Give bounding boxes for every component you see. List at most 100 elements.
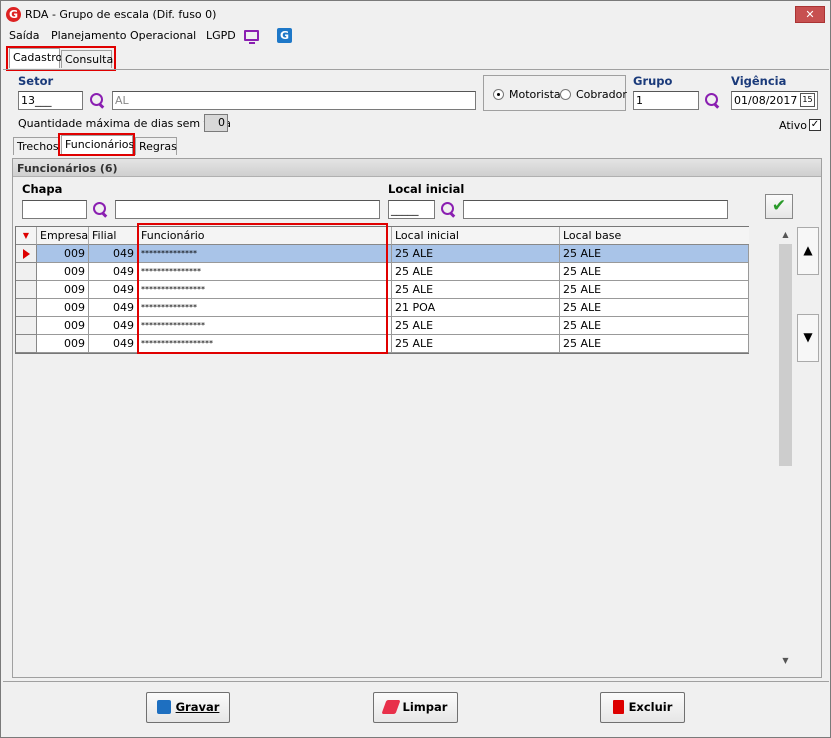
panel-title: Funcionários (6) xyxy=(17,162,118,175)
local-name-input[interactable] xyxy=(463,200,728,219)
table-cell[interactable]: 049 xyxy=(89,335,138,353)
add-confirm-button[interactable]: ✔ xyxy=(765,194,793,219)
table-cell[interactable]: 21 POA xyxy=(392,299,560,317)
table-cell[interactable]: 25 ALE xyxy=(560,263,749,281)
table-cell[interactable]: 009 xyxy=(37,245,89,263)
move-up-button[interactable]: ▲ xyxy=(797,227,819,275)
tab-consulta[interactable]: Consulta xyxy=(61,50,113,68)
tab-regras[interactable]: Regras xyxy=(135,137,177,155)
divider xyxy=(3,69,829,70)
chapa-input[interactable] xyxy=(22,200,87,219)
table-cell[interactable]: ****************** xyxy=(138,335,392,353)
table-cell[interactable]: *************** xyxy=(138,263,392,281)
setor-search-icon[interactable] xyxy=(89,92,106,109)
chapa-search-icon[interactable] xyxy=(92,201,109,218)
ativo-checkbox[interactable]: ✓ xyxy=(809,119,821,131)
setor-label: Setor xyxy=(18,74,54,88)
col-local-inicial[interactable]: Local inicial xyxy=(392,227,560,245)
app-window: G RDA - Grupo de escala (Dif. fuso 0) ✕ … xyxy=(0,0,831,738)
row-indicator[interactable] xyxy=(16,317,37,335)
table-cell[interactable]: 049 xyxy=(89,281,138,299)
menu-saida[interactable]: Saída xyxy=(9,29,40,42)
table-cell[interactable]: 25 ALE xyxy=(392,245,560,263)
col-local-base[interactable]: Local base xyxy=(560,227,749,245)
table-cell[interactable]: 049 xyxy=(89,317,138,335)
setor-name-input[interactable]: AL xyxy=(112,91,476,110)
table-cell[interactable]: 25 ALE xyxy=(560,317,749,335)
save-label: Gravar xyxy=(175,700,220,714)
table-cell[interactable]: 009 xyxy=(37,263,89,281)
trash-icon xyxy=(612,700,624,714)
table-cell[interactable]: 25 ALE xyxy=(560,335,749,353)
table-cell[interactable]: 049 xyxy=(89,299,138,317)
col-filial[interactable]: Filial xyxy=(89,227,138,245)
table-cell[interactable]: 25 ALE xyxy=(560,245,749,263)
table-cell[interactable]: 25 ALE xyxy=(392,263,560,281)
max-days-label: Quantidade máxima de dias sem folga xyxy=(18,117,232,130)
floppy-icon xyxy=(156,700,171,714)
table-cell[interactable]: 25 ALE xyxy=(560,281,749,299)
tab-trechos[interactable]: Trechos xyxy=(13,137,59,155)
row-indicator[interactable] xyxy=(16,263,37,281)
table-cell[interactable]: 25 ALE xyxy=(392,317,560,335)
grid-corner[interactable]: ▼ xyxy=(16,227,37,245)
grupo-search-icon[interactable] xyxy=(704,92,721,109)
table-cell[interactable]: 25 ALE xyxy=(392,281,560,299)
current-row-icon xyxy=(23,249,30,259)
window-title: RDA - Grupo de escala (Dif. fuso 0) xyxy=(25,8,217,21)
menu-bar: Saída Planejamento Operacional LGPD G xyxy=(1,28,830,45)
local-inicial-label: Local inicial xyxy=(388,182,465,196)
table-cell[interactable]: ************** xyxy=(138,299,392,317)
app-logo-icon: G xyxy=(6,7,21,22)
radio-cobrador[interactable] xyxy=(560,89,571,100)
row-indicator[interactable] xyxy=(16,281,37,299)
setor-code-input[interactable]: 13___ xyxy=(18,91,83,110)
max-days-input[interactable]: 0 xyxy=(204,114,228,132)
table-cell[interactable]: 25 ALE xyxy=(392,335,560,353)
col-empresa[interactable]: Empresa xyxy=(37,227,89,245)
local-search-icon[interactable] xyxy=(440,201,457,218)
monitor-icon[interactable] xyxy=(244,30,259,44)
menu-planejamento[interactable]: Planejamento Operacional xyxy=(51,29,196,42)
motorista-label: Motorista xyxy=(509,88,561,101)
table-cell[interactable]: 009 xyxy=(37,299,89,317)
row-indicator[interactable] xyxy=(16,299,37,317)
scroll-up-icon[interactable]: ▲ xyxy=(777,227,794,243)
row-indicator[interactable] xyxy=(16,335,37,353)
table-cell[interactable]: 049 xyxy=(89,245,138,263)
table-cell[interactable]: **************** xyxy=(138,281,392,299)
radio-motorista[interactable] xyxy=(493,89,504,100)
table-cell[interactable]: 049 xyxy=(89,263,138,281)
menu-lgpd[interactable]: LGPD xyxy=(206,29,236,42)
table-cell[interactable]: **************** xyxy=(138,317,392,335)
local-inicial-input[interactable]: _____ xyxy=(388,200,435,219)
clear-button[interactable]: Limpar xyxy=(373,692,458,723)
panel-header: Funcionários (6) xyxy=(13,159,821,177)
tab-funcionarios[interactable]: Funcionários xyxy=(61,135,134,155)
row-indicator[interactable] xyxy=(16,245,37,263)
scroll-down-icon[interactable]: ▼ xyxy=(777,653,794,669)
vigencia-label: Vigência xyxy=(731,74,787,88)
table-cell[interactable]: ************** xyxy=(138,245,392,263)
chapa-label: Chapa xyxy=(22,182,63,196)
delete-button[interactable]: Excluir xyxy=(600,692,685,723)
g-app-icon[interactable]: G xyxy=(277,28,292,43)
table-cell[interactable]: 25 ALE xyxy=(560,299,749,317)
table-cell[interactable]: 009 xyxy=(37,281,89,299)
table-cell[interactable]: 009 xyxy=(37,335,89,353)
grupo-label: Grupo xyxy=(633,74,673,88)
cobrador-label: Cobrador xyxy=(576,88,627,101)
grupo-input[interactable]: 1 xyxy=(633,91,699,110)
scroll-thumb[interactable] xyxy=(779,244,792,466)
chapa-name-input[interactable] xyxy=(115,200,380,219)
grid-scrollbar[interactable]: ▲ ▼ xyxy=(777,227,794,669)
calendar-icon[interactable]: 15 xyxy=(800,93,815,107)
col-funcionario[interactable]: Funcionário xyxy=(138,227,392,245)
close-button[interactable]: ✕ xyxy=(795,6,825,23)
move-down-button[interactable]: ▼ xyxy=(797,314,819,362)
save-button[interactable]: Gravar xyxy=(146,692,230,723)
tab-cadastro[interactable]: Cadastro xyxy=(9,48,62,68)
table-cell[interactable]: 009 xyxy=(37,317,89,335)
role-group: Motorista Cobrador xyxy=(483,75,627,111)
clear-label: Limpar xyxy=(402,700,448,714)
